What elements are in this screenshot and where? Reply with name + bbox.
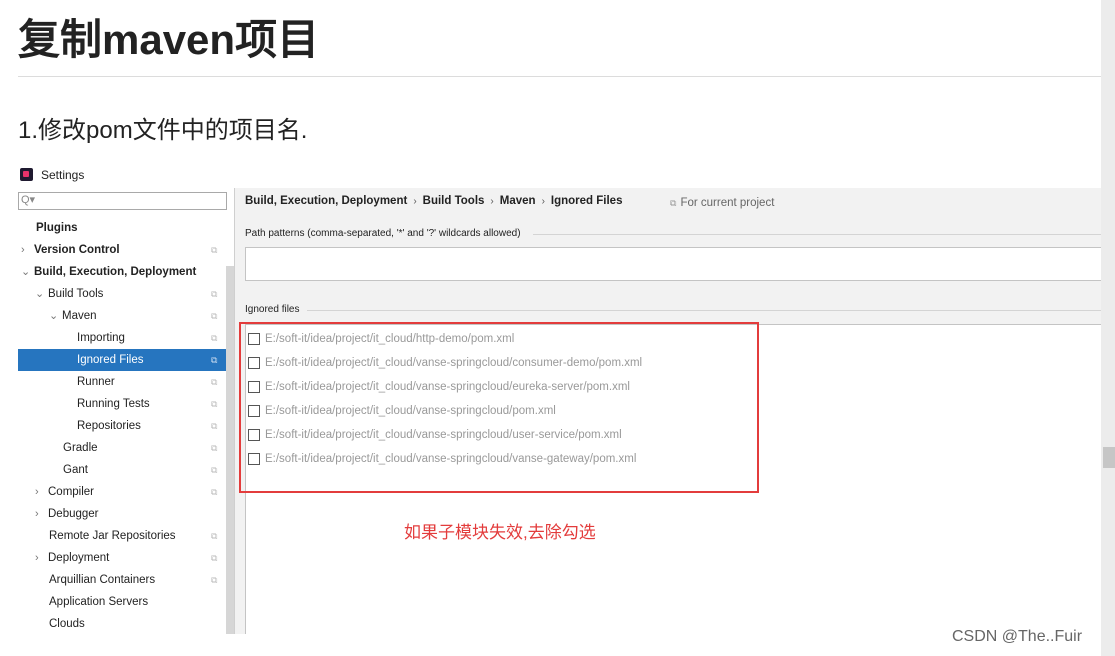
sidebar-item-label: Importing <box>77 332 125 344</box>
sidebar-item[interactable]: Clouds <box>18 613 226 634</box>
article-title: 复制maven项目 <box>18 16 320 63</box>
breadcrumb: Build, Execution, Deployment › Build Tools… <box>245 195 622 207</box>
project-scope-icon: ⧉ <box>211 531 218 541</box>
sidebar-item-label: Repositories <box>77 420 141 432</box>
sidebar-item-label: Debugger <box>48 508 99 520</box>
project-scope-icon: ⧉ <box>211 553 218 563</box>
sidebar-item[interactable]: Application Servers <box>18 591 226 613</box>
chevron-down-icon[interactable]: ⌄ <box>49 305 58 327</box>
chevron-down-icon[interactable]: ⌄ <box>21 261 30 283</box>
sidebar-item-label: Version Control <box>34 244 120 256</box>
page-scroll-thumb[interactable] <box>1103 447 1115 468</box>
article-subtitle: 1.修改pom文件中的项目名. <box>18 117 308 144</box>
sidebar-item[interactable]: › Debugger <box>18 503 226 525</box>
search-icon: Q▾ <box>21 194 36 206</box>
path-patterns-label: Path patterns (comma-separated, '*' and … <box>245 228 521 239</box>
project-scope-icon: ⧉ <box>211 311 218 321</box>
sidebar-item-label: Build Tools <box>48 288 104 300</box>
page-scrollbar[interactable] <box>1101 0 1115 656</box>
breadcrumb-item[interactable]: Build, Execution, Deployment <box>245 195 407 207</box>
sidebar-item-label: Application Servers <box>49 596 149 608</box>
scope-hint: ⧉ For current project <box>670 197 774 209</box>
chevron-down-icon[interactable]: ⌄ <box>35 283 44 305</box>
sidebar-item[interactable]: Running Tests ⧉ <box>18 393 226 415</box>
project-scope-icon: ⧉ <box>211 487 218 497</box>
settings-window: Settings Q▾ Plugins › Version Control ⧉ ⌄ Bui… <box>18 162 1101 634</box>
sidebar-item[interactable]: Runner ⧉ <box>18 371 226 393</box>
sidebar-item-label: Gant <box>63 464 88 476</box>
sidebar-item[interactable]: Repositories ⧉ <box>18 415 226 437</box>
project-scope-icon: ⧉ <box>211 377 218 387</box>
ignored-files-label: Ignored files <box>245 304 300 315</box>
chevron-right-icon[interactable]: › <box>35 503 39 525</box>
breadcrumb-item[interactable]: Maven <box>500 195 536 207</box>
search-input[interactable]: Q▾ <box>18 192 227 210</box>
sidebar-item[interactable]: › Compiler ⧉ <box>18 481 226 503</box>
sidebar-item-label: Ignored Files <box>77 354 144 366</box>
sidebar-item[interactable]: Gant ⧉ <box>18 459 226 481</box>
settings-sidebar: Q▾ Plugins › Version Control ⧉ ⌄ Build, Execu… <box>18 188 234 634</box>
project-scope-icon: ⧉ <box>211 355 218 365</box>
intellij-app-icon <box>20 168 33 181</box>
breadcrumb-item[interactable]: Ignored Files <box>551 195 623 207</box>
breadcrumb-item[interactable]: Build Tools <box>423 195 485 207</box>
chevron-right-icon[interactable]: › <box>35 547 39 569</box>
sidebar-item-label: Clouds <box>49 618 85 630</box>
sidebar-item[interactable]: Arquillian Containers ⧉ <box>18 569 226 591</box>
group-separator <box>307 310 1101 311</box>
highlight-box <box>239 322 759 493</box>
sidebar-item-label: Remote Jar Repositories <box>49 530 176 542</box>
sidebar-item[interactable]: Remote Jar Repositories ⧉ <box>18 525 226 547</box>
sidebar-item-label: Deployment <box>48 552 110 564</box>
window-titlebar: Settings <box>18 162 1101 188</box>
breadcrumb-separator: › <box>490 196 494 207</box>
breadcrumb-separator: › <box>413 196 417 207</box>
scope-label: For current project <box>680 197 775 209</box>
sidebar-item-label: Plugins <box>36 222 78 234</box>
project-scope-icon: ⧉ <box>211 289 218 299</box>
copy-icon: ⧉ <box>670 198 677 208</box>
path-patterns-input[interactable] <box>245 247 1101 281</box>
project-scope-icon: ⧉ <box>211 421 218 431</box>
sidebar-item[interactable]: ⌄ Build, Execution, Deployment <box>18 261 226 283</box>
sidebar-item-label: Arquillian Containers <box>49 574 156 586</box>
project-scope-icon: ⧉ <box>211 333 218 343</box>
sidebar-item-label: Runner <box>77 376 115 388</box>
watermark: CSDN @The..Fuir <box>952 628 1083 645</box>
title-divider <box>18 76 1101 77</box>
sidebar-item[interactable]: ⌄ Build Tools ⧉ <box>18 283 226 305</box>
sidebar-item-label: Maven <box>62 310 97 322</box>
sidebar-item-label: Build, Execution, Deployment <box>34 266 197 278</box>
breadcrumb-separator: › <box>541 196 545 207</box>
sidebar-scrollbar[interactable] <box>226 266 234 634</box>
chevron-right-icon[interactable]: › <box>21 239 25 261</box>
sidebar-item[interactable]: Plugins <box>18 217 226 239</box>
annotation-note: 如果子模块失效,去除勾选 <box>404 523 596 542</box>
project-scope-icon: ⧉ <box>211 245 218 255</box>
sidebar-item[interactable]: ⌄ Maven ⧉ <box>18 305 226 327</box>
sidebar-item[interactable]: Importing ⧉ <box>18 327 226 349</box>
project-scope-icon: ⧉ <box>211 465 218 475</box>
sidebar-item-label: Gradle <box>63 442 98 454</box>
sidebar-item[interactable]: › Deployment ⧉ <box>18 547 226 569</box>
sidebar-item[interactable]: Gradle ⧉ <box>18 437 226 459</box>
project-scope-icon: ⧉ <box>211 443 218 453</box>
window-title: Settings <box>41 168 85 182</box>
sidebar-item-label: Compiler <box>48 486 95 498</box>
sidebar-item[interactable]: › Version Control ⧉ <box>18 239 226 261</box>
project-scope-icon: ⧉ <box>211 575 218 585</box>
project-scope-icon: ⧉ <box>211 399 218 409</box>
sidebar-item-label: Running Tests <box>77 398 150 410</box>
chevron-right-icon[interactable]: › <box>35 481 39 503</box>
sidebar-item[interactable]: Ignored Files ⧉ <box>18 349 226 371</box>
group-separator <box>533 234 1101 235</box>
